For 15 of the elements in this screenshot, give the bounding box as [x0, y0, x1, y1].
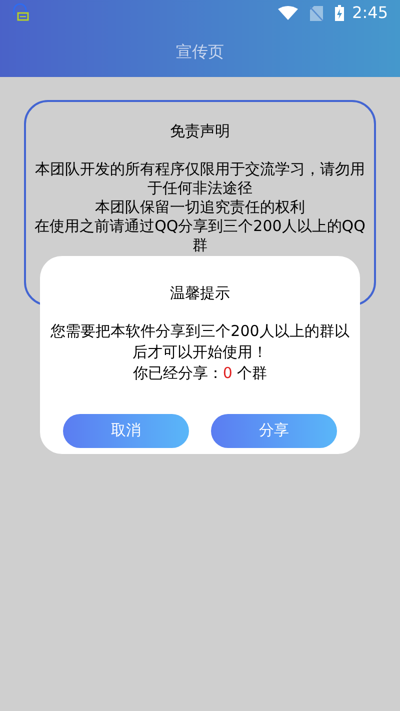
battery-charging-icon — [335, 5, 344, 21]
dialog-message: 您需要把本软件分享到三个200人以上的群以后才可以开始使用！ — [50, 320, 350, 362]
dialog-title: 温馨提示 — [170, 283, 230, 304]
disclaimer-title: 免责声明 — [170, 121, 230, 142]
page-title: 宣传页 — [176, 40, 224, 62]
disclaimer-text: 本团队保留一切追究责任的权利 — [95, 198, 305, 216]
cancel-button[interactable]: 取消 — [63, 414, 189, 448]
wifi-icon — [278, 6, 298, 20]
no-sim-icon — [310, 6, 324, 20]
disclaimer-text: 本团队开发的所有程序仅限用于交流学习，请勿用于任何非法途径 — [34, 160, 366, 198]
status-time: 2:45 — [352, 2, 388, 24]
app-icon — [12, 3, 30, 23]
disclaimer-text: 在使用之前请通过QQ分享到三个200人以上的QQ群 — [34, 216, 366, 254]
share-count-text: 你已经分享：0 个群 — [132, 362, 268, 384]
share-button[interactable]: 分享 — [211, 414, 337, 448]
